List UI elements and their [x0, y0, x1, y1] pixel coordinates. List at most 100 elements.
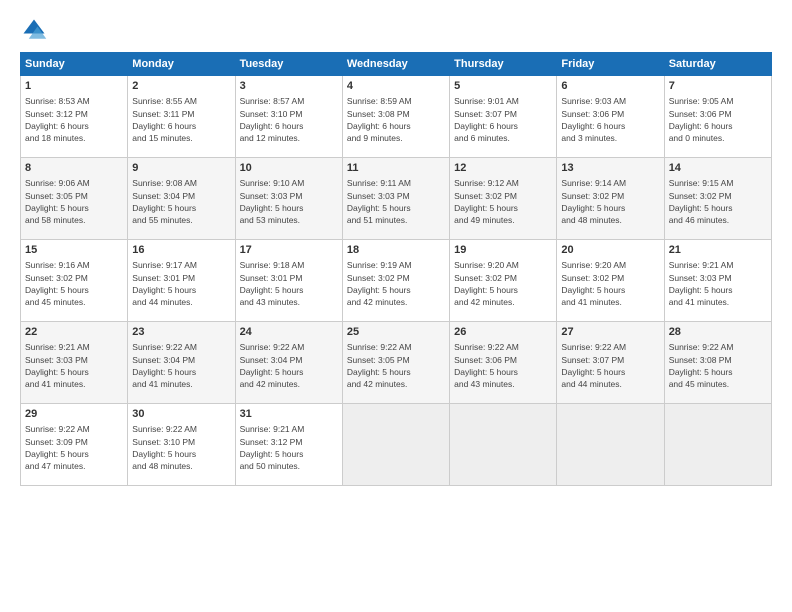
day-cell: 4Sunrise: 8:59 AM Sunset: 3:08 PM Daylig… — [342, 76, 449, 158]
day-cell: 13Sunrise: 9:14 AM Sunset: 3:02 PM Dayli… — [557, 158, 664, 240]
day-info: Sunrise: 9:19 AM Sunset: 3:02 PM Dayligh… — [347, 259, 445, 308]
day-info: Sunrise: 9:22 AM Sunset: 3:07 PM Dayligh… — [561, 341, 659, 390]
day-number: 17 — [240, 243, 338, 258]
day-cell: 5Sunrise: 9:01 AM Sunset: 3:07 PM Daylig… — [450, 76, 557, 158]
day-info: Sunrise: 9:06 AM Sunset: 3:05 PM Dayligh… — [25, 177, 123, 226]
day-number: 1 — [25, 79, 123, 94]
day-number: 3 — [240, 79, 338, 94]
day-info: Sunrise: 9:20 AM Sunset: 3:02 PM Dayligh… — [454, 259, 552, 308]
day-number: 23 — [132, 325, 230, 340]
header-cell-thursday: Thursday — [450, 53, 557, 76]
week-row-4: 22Sunrise: 9:21 AM Sunset: 3:03 PM Dayli… — [21, 322, 772, 404]
day-cell: 22Sunrise: 9:21 AM Sunset: 3:03 PM Dayli… — [21, 322, 128, 404]
day-number: 8 — [25, 161, 123, 176]
day-number: 26 — [454, 325, 552, 340]
day-cell: 23Sunrise: 9:22 AM Sunset: 3:04 PM Dayli… — [128, 322, 235, 404]
day-cell: 26Sunrise: 9:22 AM Sunset: 3:06 PM Dayli… — [450, 322, 557, 404]
header-cell-monday: Monday — [128, 53, 235, 76]
header-row: SundayMondayTuesdayWednesdayThursdayFrid… — [21, 53, 772, 76]
day-number: 2 — [132, 79, 230, 94]
day-info: Sunrise: 8:53 AM Sunset: 3:12 PM Dayligh… — [25, 95, 123, 144]
day-number: 9 — [132, 161, 230, 176]
day-number: 12 — [454, 161, 552, 176]
day-number: 13 — [561, 161, 659, 176]
day-info: Sunrise: 9:08 AM Sunset: 3:04 PM Dayligh… — [132, 177, 230, 226]
day-info: Sunrise: 9:12 AM Sunset: 3:02 PM Dayligh… — [454, 177, 552, 226]
day-info: Sunrise: 9:22 AM Sunset: 3:05 PM Dayligh… — [347, 341, 445, 390]
day-cell: 30Sunrise: 9:22 AM Sunset: 3:10 PM Dayli… — [128, 404, 235, 486]
day-number: 15 — [25, 243, 123, 258]
day-number: 7 — [669, 79, 767, 94]
day-info: Sunrise: 9:11 AM Sunset: 3:03 PM Dayligh… — [347, 177, 445, 226]
day-cell: 17Sunrise: 9:18 AM Sunset: 3:01 PM Dayli… — [235, 240, 342, 322]
day-info: Sunrise: 9:21 AM Sunset: 3:03 PM Dayligh… — [25, 341, 123, 390]
day-info: Sunrise: 8:59 AM Sunset: 3:08 PM Dayligh… — [347, 95, 445, 144]
day-cell: 1Sunrise: 8:53 AM Sunset: 3:12 PM Daylig… — [21, 76, 128, 158]
day-cell: 28Sunrise: 9:22 AM Sunset: 3:08 PM Dayli… — [664, 322, 771, 404]
day-number: 31 — [240, 407, 338, 422]
day-number: 29 — [25, 407, 123, 422]
day-cell: 16Sunrise: 9:17 AM Sunset: 3:01 PM Dayli… — [128, 240, 235, 322]
day-number: 14 — [669, 161, 767, 176]
day-number: 24 — [240, 325, 338, 340]
day-info: Sunrise: 9:22 AM Sunset: 3:09 PM Dayligh… — [25, 423, 123, 472]
calendar-body: 1Sunrise: 8:53 AM Sunset: 3:12 PM Daylig… — [21, 76, 772, 486]
day-number: 21 — [669, 243, 767, 258]
day-info: Sunrise: 9:21 AM Sunset: 3:03 PM Dayligh… — [669, 259, 767, 308]
day-cell: 3Sunrise: 8:57 AM Sunset: 3:10 PM Daylig… — [235, 76, 342, 158]
day-cell: 2Sunrise: 8:55 AM Sunset: 3:11 PM Daylig… — [128, 76, 235, 158]
calendar-page: SundayMondayTuesdayWednesdayThursdayFrid… — [0, 0, 792, 612]
day-info: Sunrise: 8:55 AM Sunset: 3:11 PM Dayligh… — [132, 95, 230, 144]
day-number: 16 — [132, 243, 230, 258]
day-cell: 11Sunrise: 9:11 AM Sunset: 3:03 PM Dayli… — [342, 158, 449, 240]
day-number: 20 — [561, 243, 659, 258]
day-info: Sunrise: 9:17 AM Sunset: 3:01 PM Dayligh… — [132, 259, 230, 308]
day-number: 28 — [669, 325, 767, 340]
week-row-3: 15Sunrise: 9:16 AM Sunset: 3:02 PM Dayli… — [21, 240, 772, 322]
day-cell: 24Sunrise: 9:22 AM Sunset: 3:04 PM Dayli… — [235, 322, 342, 404]
week-row-2: 8Sunrise: 9:06 AM Sunset: 3:05 PM Daylig… — [21, 158, 772, 240]
day-info: Sunrise: 9:22 AM Sunset: 3:08 PM Dayligh… — [669, 341, 767, 390]
day-info: Sunrise: 9:21 AM Sunset: 3:12 PM Dayligh… — [240, 423, 338, 472]
calendar-header: SundayMondayTuesdayWednesdayThursdayFrid… — [21, 53, 772, 76]
day-cell: 20Sunrise: 9:20 AM Sunset: 3:02 PM Dayli… — [557, 240, 664, 322]
header — [20, 16, 772, 44]
header-cell-wednesday: Wednesday — [342, 53, 449, 76]
day-cell — [342, 404, 449, 486]
day-info: Sunrise: 9:10 AM Sunset: 3:03 PM Dayligh… — [240, 177, 338, 226]
day-info: Sunrise: 9:18 AM Sunset: 3:01 PM Dayligh… — [240, 259, 338, 308]
day-info: Sunrise: 9:01 AM Sunset: 3:07 PM Dayligh… — [454, 95, 552, 144]
day-info: Sunrise: 9:22 AM Sunset: 3:04 PM Dayligh… — [240, 341, 338, 390]
day-number: 25 — [347, 325, 445, 340]
day-cell: 29Sunrise: 9:22 AM Sunset: 3:09 PM Dayli… — [21, 404, 128, 486]
header-cell-sunday: Sunday — [21, 53, 128, 76]
day-cell: 10Sunrise: 9:10 AM Sunset: 3:03 PM Dayli… — [235, 158, 342, 240]
day-cell: 21Sunrise: 9:21 AM Sunset: 3:03 PM Dayli… — [664, 240, 771, 322]
day-info: Sunrise: 9:22 AM Sunset: 3:06 PM Dayligh… — [454, 341, 552, 390]
calendar-table: SundayMondayTuesdayWednesdayThursdayFrid… — [20, 52, 772, 486]
day-cell: 15Sunrise: 9:16 AM Sunset: 3:02 PM Dayli… — [21, 240, 128, 322]
day-cell — [664, 404, 771, 486]
day-number: 18 — [347, 243, 445, 258]
day-number: 30 — [132, 407, 230, 422]
day-cell: 6Sunrise: 9:03 AM Sunset: 3:06 PM Daylig… — [557, 76, 664, 158]
day-info: Sunrise: 9:15 AM Sunset: 3:02 PM Dayligh… — [669, 177, 767, 226]
day-cell: 9Sunrise: 9:08 AM Sunset: 3:04 PM Daylig… — [128, 158, 235, 240]
header-cell-saturday: Saturday — [664, 53, 771, 76]
day-number: 19 — [454, 243, 552, 258]
day-info: Sunrise: 8:57 AM Sunset: 3:10 PM Dayligh… — [240, 95, 338, 144]
week-row-5: 29Sunrise: 9:22 AM Sunset: 3:09 PM Dayli… — [21, 404, 772, 486]
day-cell: 18Sunrise: 9:19 AM Sunset: 3:02 PM Dayli… — [342, 240, 449, 322]
day-info: Sunrise: 9:03 AM Sunset: 3:06 PM Dayligh… — [561, 95, 659, 144]
day-cell: 12Sunrise: 9:12 AM Sunset: 3:02 PM Dayli… — [450, 158, 557, 240]
day-cell: 19Sunrise: 9:20 AM Sunset: 3:02 PM Dayli… — [450, 240, 557, 322]
header-cell-tuesday: Tuesday — [235, 53, 342, 76]
day-info: Sunrise: 9:22 AM Sunset: 3:04 PM Dayligh… — [132, 341, 230, 390]
day-number: 10 — [240, 161, 338, 176]
day-number: 4 — [347, 79, 445, 94]
day-cell: 31Sunrise: 9:21 AM Sunset: 3:12 PM Dayli… — [235, 404, 342, 486]
day-info: Sunrise: 9:22 AM Sunset: 3:10 PM Dayligh… — [132, 423, 230, 472]
day-number: 11 — [347, 161, 445, 176]
day-cell: 25Sunrise: 9:22 AM Sunset: 3:05 PM Dayli… — [342, 322, 449, 404]
day-info: Sunrise: 9:20 AM Sunset: 3:02 PM Dayligh… — [561, 259, 659, 308]
